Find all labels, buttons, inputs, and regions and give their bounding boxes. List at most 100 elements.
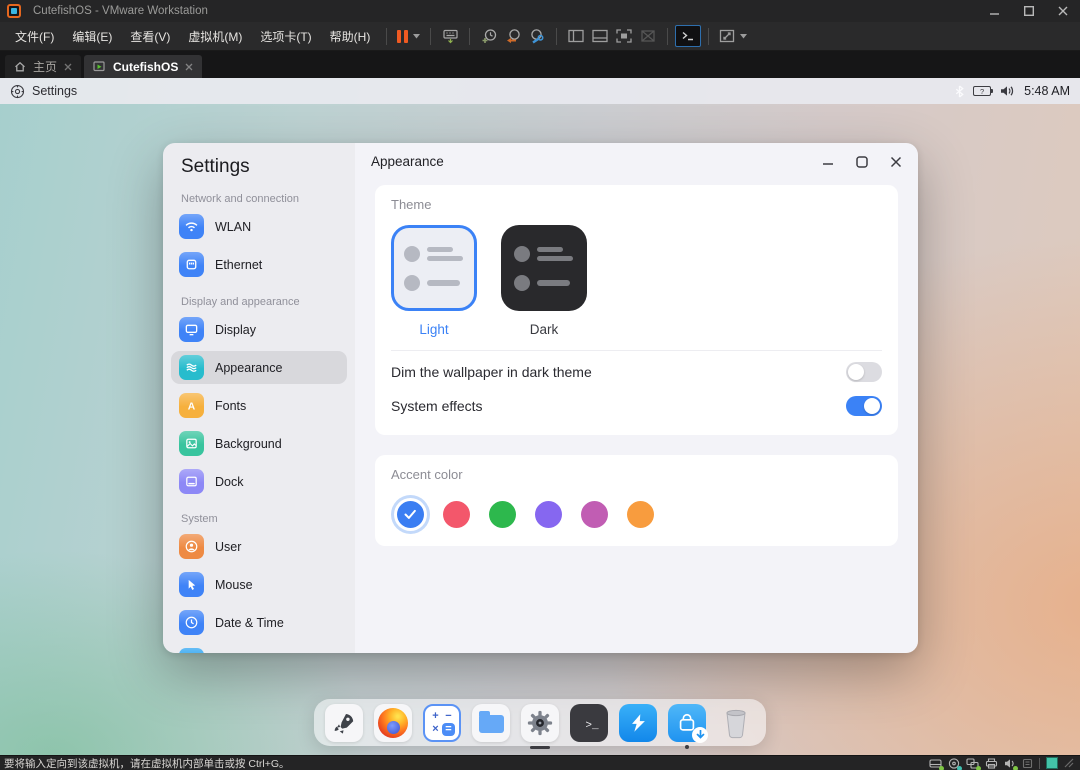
usb-device-icon[interactable] — [1022, 758, 1033, 769]
close-button[interactable] — [890, 156, 902, 168]
toolbar-separator — [667, 28, 668, 45]
bluetooth-icon[interactable] — [955, 85, 964, 98]
accent-swatch-magenta[interactable] — [581, 501, 608, 528]
send-ctrl-alt-del-button[interactable] — [438, 24, 462, 48]
sidebar-item-ethernet[interactable]: Ethernet — [171, 248, 347, 281]
sidebar-item-dock[interactable]: Dock — [171, 465, 347, 498]
show-library-button[interactable] — [564, 24, 588, 48]
tab-home[interactable]: 主页 — [5, 55, 81, 78]
sidebar-item-fonts[interactable]: A Fonts — [171, 389, 347, 422]
close-button[interactable] — [1046, 0, 1080, 22]
theme-label[interactable]: Light — [419, 322, 448, 337]
status-message: 要将输入定向到该虚拟机，请在虚拟机内部单击或按 Ctrl+G。 — [4, 756, 929, 770]
take-snapshot-button[interactable] — [477, 24, 501, 48]
accent-swatch-green[interactable] — [489, 501, 516, 528]
sidebar-item-language[interactable]: Language — [171, 644, 347, 653]
console-view-button-active[interactable] — [675, 25, 701, 47]
dock-trash-icon[interactable] — [717, 704, 755, 742]
dock-appstore-icon[interactable] — [668, 704, 706, 742]
vm-state-indicator[interactable] — [1046, 757, 1058, 769]
volume-icon[interactable] — [1000, 85, 1015, 97]
sidebar-item-user[interactable]: User — [171, 530, 347, 563]
printer-device-icon[interactable] — [985, 758, 998, 769]
window-title: CutefishOS - VMware Workstation — [33, 5, 978, 17]
dark-theme-thumbnail[interactable] — [501, 225, 587, 311]
resize-diagonal-icon — [719, 29, 735, 43]
sidebar-item-datetime[interactable]: Date & Time — [171, 606, 347, 639]
battery-icon[interactable]: ? — [973, 86, 991, 96]
toolbar-separator — [386, 28, 387, 45]
battery-label: ? — [980, 87, 984, 96]
show-thumbnail-bar-button[interactable] — [588, 24, 612, 48]
theme-option-light[interactable]: Light — [391, 225, 477, 337]
unity-mode-button-disabled — [636, 24, 660, 48]
accent-swatch-blue[interactable] — [397, 501, 424, 528]
sidebar-item-label: Dock — [215, 475, 243, 489]
system-effects-toggle[interactable] — [846, 396, 882, 416]
menu-help[interactable]: 帮助(H) — [321, 22, 380, 50]
toolbar-separator — [556, 28, 557, 45]
minimize-button[interactable] — [978, 0, 1012, 22]
sidebar-item-appearance[interactable]: Appearance — [171, 351, 347, 384]
sound-device-icon[interactable] — [1004, 758, 1016, 769]
dock-settings-icon[interactable] — [521, 704, 559, 742]
fullscreen-button[interactable] — [612, 24, 636, 48]
stretch-guest-button[interactable] — [716, 24, 750, 48]
topbar-app-label[interactable]: Settings — [32, 84, 955, 98]
maximize-button[interactable] — [856, 156, 868, 168]
menu-view[interactable]: 查看(V) — [121, 22, 179, 50]
firefox-logo — [378, 708, 408, 738]
sidebar-title: Settings — [171, 156, 347, 178]
vmware-tabbar: 主页 CutefishOS — [0, 51, 1080, 78]
revert-snapshot-button[interactable] — [501, 24, 525, 48]
accent-swatch-orange[interactable] — [627, 501, 654, 528]
running-indicator-dot — [685, 745, 689, 749]
menu-tabs[interactable]: 选项卡(T) — [251, 22, 320, 50]
sidebar-item-mouse[interactable]: Mouse — [171, 568, 347, 601]
harddisk-device-icon[interactable] — [929, 758, 942, 769]
tab-close-icon[interactable] — [64, 63, 72, 71]
clock-label[interactable]: 5:48 AM — [1024, 84, 1070, 98]
theme-label[interactable]: Dark — [530, 322, 559, 337]
accent-swatch-red[interactable] — [443, 501, 470, 528]
sidebar-item-label: Ethernet — [215, 258, 262, 272]
resize-grip[interactable] — [1064, 758, 1074, 768]
minimize-button[interactable] — [822, 156, 834, 168]
bolt-bird-icon — [627, 712, 649, 734]
toolbar-separator — [430, 28, 431, 45]
dock-cutefish-app-icon[interactable] — [619, 704, 657, 742]
menu-edit[interactable]: 编辑(E) — [63, 22, 121, 50]
dock-calculator-icon[interactable]: +− ×= — [423, 704, 461, 742]
theme-option-dark[interactable]: Dark — [501, 225, 587, 337]
section-label: System — [171, 513, 347, 525]
vmware-logo-icon — [7, 4, 21, 18]
maximize-button[interactable] — [1012, 0, 1046, 22]
menu-vm[interactable]: 虚拟机(M) — [179, 22, 251, 50]
network-device-icon[interactable] — [966, 758, 979, 769]
suspend-vm-button[interactable] — [394, 24, 423, 48]
dock-launcher-icon[interactable] — [325, 704, 363, 742]
manage-snapshots-button[interactable] — [525, 24, 549, 48]
home-icon — [14, 61, 26, 72]
cdrom-device-icon[interactable] — [948, 758, 960, 769]
running-indicator — [530, 746, 550, 749]
os-topbar: Settings ? 5:48 AM — [0, 78, 1080, 104]
tab-cutefishos[interactable]: CutefishOS — [84, 55, 202, 78]
sidebar-item-display[interactable]: Display — [171, 313, 347, 346]
accent-swatch-purple[interactable] — [535, 501, 562, 528]
dim-wallpaper-toggle[interactable] — [846, 362, 882, 382]
gear-icon — [526, 709, 554, 737]
sidebar-item-background[interactable]: Background — [171, 427, 347, 460]
tab-close-icon[interactable] — [185, 63, 193, 71]
dock-firefox-icon[interactable] — [374, 704, 412, 742]
sidebar-item-wlan[interactable]: WLAN — [171, 210, 347, 243]
status-separator — [1039, 758, 1040, 769]
sidebar-item-label: Mouse — [215, 578, 253, 592]
settings-panel: Appearance Theme — [355, 143, 918, 653]
dock-files-icon[interactable] — [472, 704, 510, 742]
toggle-label: Dim the wallpaper in dark theme — [391, 364, 592, 380]
display-icon — [179, 317, 204, 342]
dock-terminal-icon[interactable]: >_ — [570, 704, 608, 742]
menu-file[interactable]: 文件(F) — [6, 22, 63, 50]
light-theme-thumbnail[interactable] — [391, 225, 477, 311]
